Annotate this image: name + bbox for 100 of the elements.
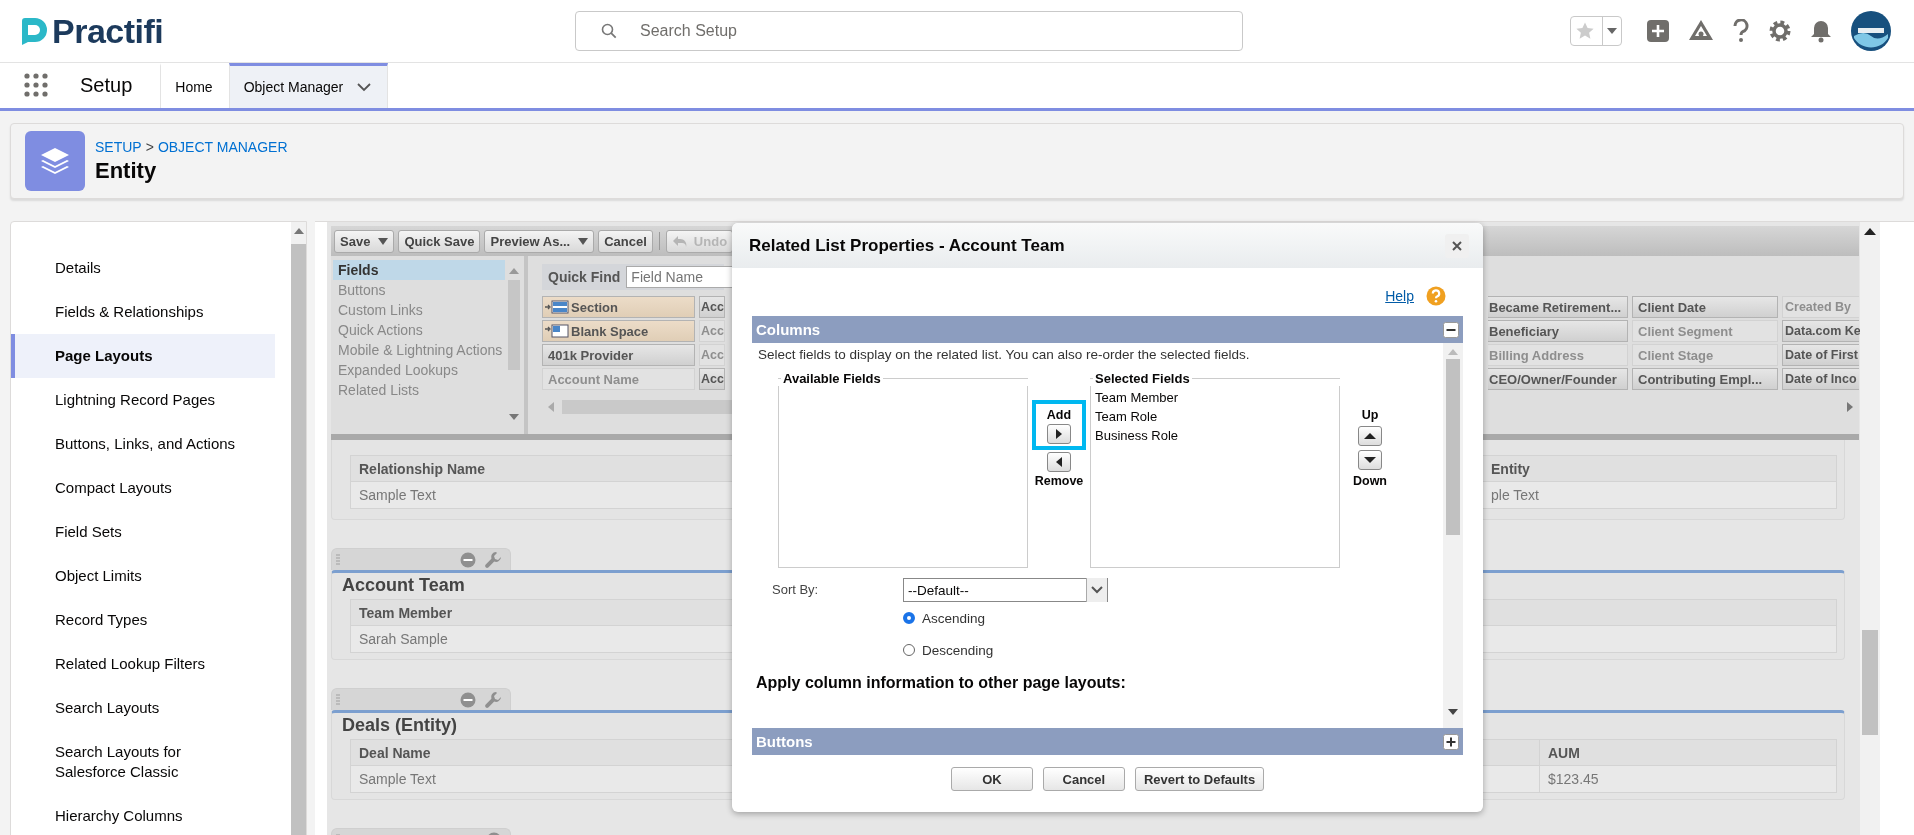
- field-item[interactable]: Became Retirement...: [1488, 296, 1628, 318]
- app-launcher-icon[interactable]: [24, 73, 48, 97]
- field-item[interactable]: Acc: [699, 368, 725, 390]
- category-item[interactable]: Quick Actions: [333, 320, 505, 340]
- list-option[interactable]: Business Role: [1091, 426, 1339, 445]
- app-name: Setup: [80, 74, 133, 97]
- mountain-icon[interactable]: [1688, 19, 1714, 43]
- scroll-thumb[interactable]: [1446, 359, 1460, 535]
- layers-icon: [25, 131, 85, 191]
- dialog-button[interactable]: Revert to Defaults: [1134, 767, 1265, 791]
- table-cell: ple Text: [1483, 482, 1836, 508]
- caret-icon[interactable]: [378, 237, 389, 245]
- remove-button[interactable]: [1047, 452, 1071, 472]
- breadcrumb-link[interactable]: SETUP: [95, 138, 142, 155]
- nav-tab[interactable]: Object Manager: [228, 63, 389, 108]
- toolbar-button[interactable]: Quick Save: [398, 229, 481, 253]
- quick-find-label: Quick Find: [548, 269, 621, 285]
- help-icon[interactable]: [1732, 19, 1750, 43]
- up-label: Up: [1361, 408, 1379, 422]
- move-up-button[interactable]: [1358, 426, 1382, 446]
- help-link[interactable]: Help: [1385, 288, 1414, 304]
- breadcrumb-link[interactable]: OBJECT MANAGER: [157, 138, 288, 155]
- sidebar-item[interactable]: Search Layouts for Salesforce Classic: [11, 730, 275, 794]
- sidebar-item[interactable]: Details: [11, 246, 275, 290]
- left-arrow-icon[interactable]: [1055, 457, 1063, 467]
- right-arrow-icon[interactable]: [1055, 429, 1063, 439]
- sidebar-item[interactable]: Compact Layouts: [11, 466, 275, 510]
- selected-fields-list[interactable]: Team Member Team Role Business Role: [1090, 386, 1340, 568]
- caret-icon[interactable]: [1607, 27, 1617, 35]
- panel-header[interactable]: Columns: [752, 316, 1463, 343]
- collapse-icon[interactable]: [1443, 321, 1459, 338]
- sidebar-item[interactable]: Search Layouts: [11, 686, 275, 730]
- scrollbar[interactable]: [1443, 343, 1463, 728]
- scrollbar[interactable]: [291, 222, 306, 835]
- star-icon[interactable]: [1575, 21, 1595, 41]
- panel-header[interactable]: Buttons: [752, 728, 1463, 755]
- sidebar-item[interactable]: Lightning Record Pages: [11, 378, 275, 422]
- dialog-button[interactable]: OK: [950, 767, 1033, 791]
- settings-icon[interactable]: [1768, 19, 1792, 43]
- column-header: Entity: [1483, 456, 1836, 482]
- section-handle[interactable]: [331, 548, 511, 570]
- sidebar-item[interactable]: Related Lookup Filters: [11, 642, 275, 686]
- up-arrow-icon[interactable]: [1864, 228, 1876, 235]
- sidebar-item[interactable]: Hierarchy Columns: [11, 794, 275, 835]
- column-header: AUM: [1540, 740, 1836, 766]
- field-item[interactable]: Date of Inco: [1782, 368, 1859, 390]
- object-title: Entity: [95, 157, 158, 184]
- sidebar-item[interactable]: Record Types: [11, 598, 275, 642]
- expand-icon[interactable]: [1443, 733, 1459, 750]
- sidebar-item[interactable]: Buttons, Links, and Actions: [11, 422, 275, 466]
- field-item[interactable]: Data.com Ke: [1782, 320, 1859, 342]
- chevron-icon[interactable]: [1091, 586, 1103, 594]
- scroll-thumb[interactable]: [508, 280, 520, 370]
- sidebar-item[interactable]: Field Sets: [11, 510, 275, 554]
- toolbar-button[interactable]: Cancel: [598, 229, 653, 253]
- sort-by-select[interactable]: --Default--: [903, 578, 1108, 602]
- move-down-button[interactable]: [1358, 450, 1382, 470]
- chevron-icon[interactable]: [357, 82, 372, 92]
- category-item[interactable]: Fields: [333, 260, 505, 280]
- minus-circle-icon[interactable]: [460, 691, 476, 708]
- dialog-button[interactable]: Cancel: [1042, 767, 1125, 791]
- caret-icon[interactable]: [578, 237, 589, 245]
- field-item[interactable]: Beneficiary: [1488, 320, 1628, 342]
- section-handle[interactable]: [331, 688, 511, 710]
- toolbar-button[interactable]: Preview As...: [484, 229, 595, 253]
- field-item[interactable]: Contributing Empl...: [1632, 368, 1778, 390]
- search-field[interactable]: Search Setup: [575, 11, 1243, 51]
- list-option[interactable]: Team Member: [1091, 388, 1339, 407]
- scroll-thumb[interactable]: [1862, 630, 1878, 735]
- add-button[interactable]: [1047, 424, 1071, 444]
- sidebar-item[interactable]: Page Layouts: [11, 334, 275, 378]
- minus-circle-icon[interactable]: [460, 551, 476, 568]
- field-item[interactable]: CEO/Owner/Founder: [1488, 368, 1628, 390]
- search-icon: [601, 23, 617, 39]
- toolbar-button[interactable]: Save: [334, 229, 395, 253]
- description-text: Select fields to display on the related list. You can also re-order the selected fields.: [757, 346, 1251, 362]
- nav-tab[interactable]: Home: [160, 63, 229, 108]
- logo-icon: [20, 17, 48, 45]
- field-item[interactable]: Blank Space: [542, 320, 695, 342]
- field-item[interactable]: Section: [542, 296, 695, 318]
- available-fields-list[interactable]: [778, 386, 1028, 568]
- field-item[interactable]: Acc: [699, 296, 725, 318]
- scrollbar[interactable]: [1860, 222, 1880, 835]
- field-item[interactable]: Client Date: [1632, 296, 1778, 318]
- list-label: Selected Fields: [1094, 370, 1191, 386]
- avatar-icon[interactable]: [1850, 10, 1892, 52]
- sidebar-item[interactable]: Object Limits: [11, 554, 275, 598]
- blank-space-icon: [545, 324, 569, 338]
- plus-icon[interactable]: [1646, 19, 1670, 43]
- list-option[interactable]: Team Role: [1091, 407, 1339, 426]
- up-arrow-icon[interactable]: [1364, 432, 1376, 440]
- sidebar-item[interactable]: Fields & Relationships: [11, 290, 275, 334]
- section-title: Deals (Entity): [342, 714, 458, 737]
- radio-button[interactable]: [903, 612, 915, 624]
- down-arrow-icon[interactable]: [1364, 456, 1376, 464]
- down-arrow-icon[interactable]: [1448, 709, 1458, 715]
- field-item[interactable]: 401k Provider: [542, 344, 695, 366]
- category-item[interactable]: Custom Links: [333, 300, 505, 320]
- bell-icon[interactable]: [1810, 19, 1832, 43]
- field-item[interactable]: Date of First: [1782, 344, 1859, 366]
